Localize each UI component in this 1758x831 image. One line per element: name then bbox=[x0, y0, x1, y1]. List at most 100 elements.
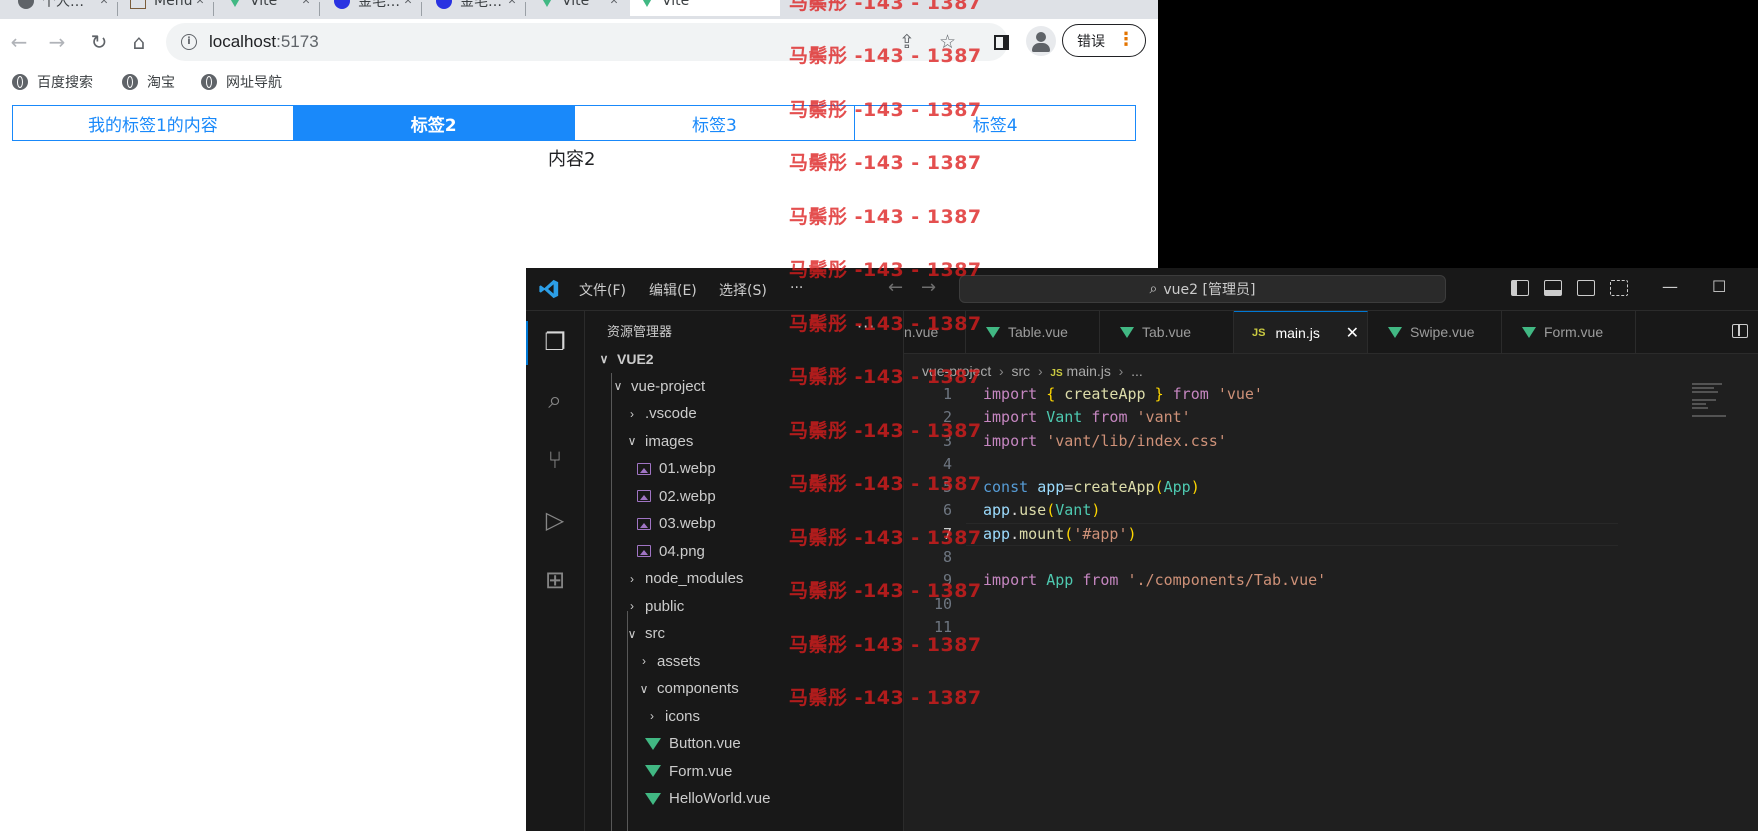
vue-file-icon bbox=[1522, 326, 1536, 338]
vue-file-icon bbox=[645, 765, 661, 778]
tree-item-label: public bbox=[645, 597, 685, 615]
chevron-down-icon[interactable]: ∨ bbox=[637, 682, 651, 696]
code-line[interactable]: 11 bbox=[904, 616, 1758, 639]
more-vert-icon[interactable]: ⋮ bbox=[1117, 29, 1135, 51]
editor-tab[interactable]: Form.vue bbox=[1502, 311, 1636, 353]
tree-item-label: VUE2 bbox=[617, 350, 654, 367]
baidu-icon bbox=[334, 0, 350, 9]
code-line[interactable]: 6 app.use(Vant) bbox=[904, 499, 1758, 522]
error-button[interactable]: 错误 ⋮ bbox=[1062, 24, 1146, 57]
search-icon[interactable]: ⌕ bbox=[540, 385, 570, 415]
chevron-down-icon[interactable]: ∨ bbox=[625, 434, 639, 448]
tab-close-icon[interactable]: ✕ bbox=[610, 0, 618, 13]
image-file-icon bbox=[637, 490, 651, 503]
breadcrumb-item[interactable]: src bbox=[1012, 363, 1031, 379]
browser-tab-active[interactable]: Vite bbox=[630, 0, 780, 16]
extensions-icon[interactable]: ⊞ bbox=[540, 565, 570, 595]
tree-item-label: .vscode bbox=[645, 405, 697, 423]
bookmark-item[interactable]: 网址导航 bbox=[201, 72, 282, 92]
browser-tab[interactable]: Menu ✕ bbox=[120, 0, 212, 16]
browser-tab[interactable]: Vite ✕ bbox=[530, 0, 626, 16]
maximize-icon[interactable]: ☐ bbox=[1712, 277, 1726, 296]
url-text[interactable]: localhost:5173 bbox=[209, 32, 319, 52]
tree-item-label: HelloWorld.vue bbox=[669, 790, 771, 808]
editor-tab[interactable]: Tab.vue bbox=[1100, 311, 1234, 353]
bookmark-item[interactable]: 百度搜索 bbox=[12, 72, 93, 92]
chevron-right-icon[interactable]: › bbox=[625, 407, 639, 421]
forward-icon[interactable]: → bbox=[44, 29, 70, 55]
chevron-right-icon[interactable]: › bbox=[645, 709, 659, 723]
chevron-down-icon[interactable]: ∨ bbox=[611, 379, 625, 393]
tree-item-label: 01.webp bbox=[659, 460, 716, 478]
chevron-right-icon[interactable]: › bbox=[625, 572, 639, 586]
browser-tab[interactable]: 金毛… ✕ bbox=[426, 0, 524, 16]
side-panel-icon[interactable] bbox=[988, 29, 1014, 55]
chevron-right-icon[interactable]: › bbox=[637, 654, 651, 668]
editor-tab-label: Tab.vue bbox=[1142, 324, 1192, 340]
bookmark-item[interactable]: 淘宝 bbox=[122, 72, 175, 92]
tab-close-icon[interactable]: ✕ bbox=[404, 0, 412, 13]
chevron-right-icon[interactable]: › bbox=[625, 599, 639, 613]
info-icon[interactable]: i bbox=[181, 34, 197, 50]
tab-1[interactable]: 我的标签1的内容 bbox=[13, 106, 294, 140]
browser-tab[interactable]: 个人… ✕ bbox=[8, 0, 116, 16]
browser-tab-title: 金毛… bbox=[460, 0, 502, 10]
minimize-icon[interactable]: — bbox=[1662, 277, 1678, 296]
editor-tab[interactable]: Table.vue bbox=[966, 311, 1100, 353]
toggle-primary-sidebar-icon[interactable] bbox=[1511, 280, 1529, 296]
vue-file-icon bbox=[1388, 326, 1402, 338]
breadcrumb-item[interactable]: main.js bbox=[1067, 363, 1111, 379]
code-line[interactable]: 3 import 'vant/lib/index.css' bbox=[904, 430, 1758, 453]
search-icon: ⌕ bbox=[1149, 281, 1158, 297]
vite-icon bbox=[228, 0, 242, 7]
menu-selection[interactable]: 选择(S) bbox=[719, 280, 767, 300]
profile-avatar-icon[interactable] bbox=[1026, 26, 1056, 56]
menu-more[interactable]: ··· bbox=[790, 280, 803, 296]
code-line[interactable]: 2 import Vant from 'vant' bbox=[904, 406, 1758, 429]
command-center[interactable]: ⌕ vue2 [管理员] bbox=[959, 275, 1446, 303]
run-debug-icon[interactable]: ▷ bbox=[540, 505, 570, 535]
url-host: localhost bbox=[209, 32, 277, 51]
tree-item-label: Form.vue bbox=[669, 762, 733, 780]
code-line[interactable]: 7 app.mount('#app') bbox=[904, 522, 1758, 546]
tab-2[interactable]: 标签2 bbox=[293, 106, 575, 140]
browser-tab[interactable]: 金毛… ✕ bbox=[324, 0, 420, 16]
code-line[interactable]: 4 bbox=[904, 453, 1758, 476]
home-icon[interactable]: ⌂ bbox=[126, 29, 152, 55]
toggle-secondary-sidebar-icon[interactable] bbox=[1577, 280, 1595, 296]
tab-close-icon[interactable]: ✕ bbox=[100, 0, 108, 13]
editor-tab[interactable]: Swipe.vue bbox=[1368, 311, 1502, 353]
close-tab-icon[interactable]: ✕ bbox=[1346, 323, 1359, 343]
chevron-down-icon[interactable]: ∨ bbox=[597, 352, 611, 366]
code-line[interactable]: 10 bbox=[904, 593, 1758, 616]
split-editor-icon[interactable] bbox=[1732, 324, 1748, 338]
reload-icon[interactable]: ↻ bbox=[86, 29, 112, 55]
tab-close-icon[interactable]: ✕ bbox=[508, 0, 516, 13]
menu-edit[interactable]: 编辑(E) bbox=[649, 280, 697, 300]
editor-tab-bar: n.vue Table.vue Tab.vue JS main.js ✕ Swi… bbox=[904, 311, 1758, 354]
chevron-down-icon[interactable]: ∨ bbox=[625, 627, 639, 641]
minimap[interactable] bbox=[1692, 383, 1732, 417]
tree-item[interactable]: Button.vue bbox=[585, 730, 903, 758]
tab-close-icon[interactable]: ✕ bbox=[302, 0, 310, 13]
explorer-icon[interactable]: ❐ bbox=[540, 327, 570, 357]
code-editor[interactable]: 1 import { createApp } from 'vue' 2 import … bbox=[904, 383, 1758, 639]
menu-file[interactable]: 文件(F) bbox=[579, 280, 626, 300]
tree-item[interactable]: HelloWorld.vue bbox=[585, 785, 903, 813]
code-line[interactable]: 8 bbox=[904, 546, 1758, 569]
toggle-panel-icon[interactable] bbox=[1544, 280, 1562, 296]
source-control-icon[interactable]: ⑂ bbox=[540, 445, 570, 475]
tree-item[interactable]: Form.vue bbox=[585, 758, 903, 786]
code-line[interactable]: 1 import { createApp } from 'vue' bbox=[904, 383, 1758, 406]
browser-tab[interactable]: Vite ✕ bbox=[218, 0, 318, 16]
customize-layout-icon[interactable] bbox=[1610, 280, 1628, 296]
vue-file-icon bbox=[986, 326, 1000, 338]
code-line[interactable]: 9 import App from './components/Tab.vue' bbox=[904, 569, 1758, 592]
bookmark-label: 百度搜索 bbox=[37, 75, 93, 91]
code-line[interactable]: 5 const app=createApp(App) bbox=[904, 476, 1758, 499]
tab-close-icon[interactable]: ✕ bbox=[196, 0, 204, 13]
bookmark-label: 网址导航 bbox=[226, 75, 282, 91]
back-icon[interactable]: ← bbox=[6, 29, 32, 55]
breadcrumb-item[interactable]: ... bbox=[1131, 363, 1143, 379]
editor-tab-active[interactable]: JS main.js ✕ bbox=[1234, 311, 1368, 353]
